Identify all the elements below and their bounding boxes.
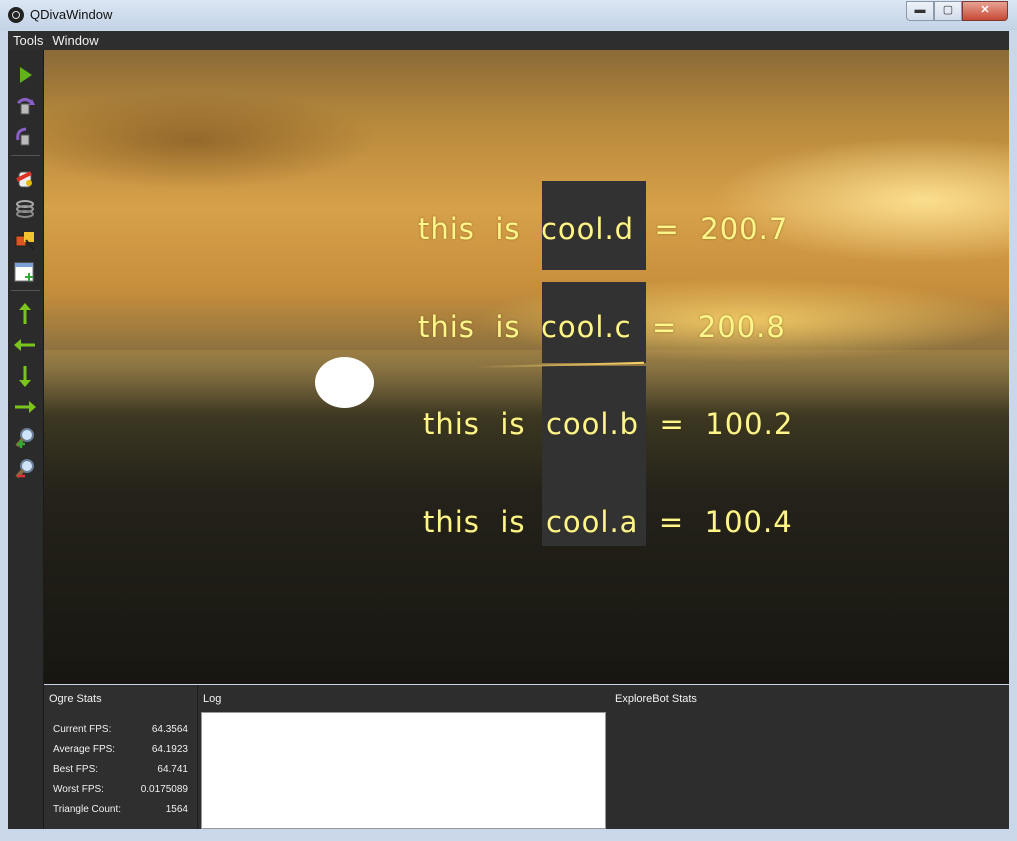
label-name: cool.c <box>540 310 632 344</box>
rotate-camera-reverse-icon <box>16 127 30 146</box>
log-text-area[interactable] <box>201 712 606 829</box>
ogre-stats-title: Ogre Stats <box>49 693 102 705</box>
label-separator: = <box>638 505 705 539</box>
stat-label: Current FPS: <box>53 724 112 735</box>
zoom-in-button[interactable] <box>13 426 37 450</box>
spring-icon <box>16 200 34 218</box>
toolbar-separator <box>11 155 40 156</box>
white-sphere-object[interactable] <box>315 357 374 408</box>
play-icon <box>20 67 32 83</box>
zoom-in-icon <box>15 428 34 448</box>
stat-label: Triangle Count: <box>53 804 121 815</box>
stat-value: 64.1923 <box>151 744 188 755</box>
label-value: 100.2 <box>705 407 794 441</box>
minimize-button[interactable]: ▬ <box>906 1 934 21</box>
window-controls: ▬ ▢ ✕ <box>906 1 1008 21</box>
stat-value: 64.3564 <box>151 724 188 735</box>
menu-window[interactable]: Window <box>47 31 102 49</box>
app-icon <box>8 7 24 23</box>
label-value: 200.7 <box>700 212 789 246</box>
3d-viewport[interactable]: this is cool.d = 200.7 this is cool.c = … <box>44 50 1009 684</box>
menu-tools[interactable]: Tools <box>8 31 47 49</box>
rotate-camera-reverse-button[interactable] <box>13 125 37 149</box>
maximize-button[interactable]: ▢ <box>934 1 962 21</box>
label-separator: = <box>639 407 706 441</box>
move-down-button[interactable] <box>13 364 37 388</box>
log-title: Log <box>203 693 222 705</box>
arrow-down-icon <box>19 366 31 387</box>
horizon-haze <box>44 350 1009 410</box>
title-bar[interactable]: QDivaWindow ▬ ▢ ✕ <box>0 0 1017 30</box>
stat-current-fps: Current FPS: 64.3564 <box>53 724 188 735</box>
spring-button[interactable] <box>13 198 37 222</box>
stat-average-fps: Average FPS: 64.1923 <box>53 744 188 755</box>
label-name: cool.a <box>545 505 639 539</box>
stat-value: 0.0175089 <box>140 784 188 795</box>
move-left-button[interactable] <box>13 333 37 357</box>
stat-value: 1564 <box>165 804 188 815</box>
label-cool-c: this is cool.c = 200.8 <box>418 310 786 344</box>
side-toolbar <box>8 50 44 829</box>
stat-value: 64.741 <box>157 764 188 775</box>
play-button[interactable] <box>13 63 37 87</box>
paint-bucket-button[interactable] <box>13 167 37 191</box>
stat-triangle-count: Triangle Count: 1564 <box>53 804 188 815</box>
arrow-up-icon <box>19 303 31 324</box>
rotate-camera-button[interactable] <box>13 94 37 118</box>
select-object-button[interactable] <box>13 229 37 253</box>
label-name: cool.b <box>545 407 640 441</box>
log-panel: Log <box>198 685 608 829</box>
stat-label: Worst FPS: <box>53 784 104 795</box>
toolbar-separator <box>11 290 40 291</box>
label-prefix: this is <box>418 212 541 246</box>
menu-bar: Tools Window <box>8 31 1009 50</box>
window-title: QDivaWindow <box>30 7 113 22</box>
label-cool-b: this is cool.b = 100.2 <box>423 407 793 441</box>
stat-worst-fps: Worst FPS: 0.0175089 <box>53 784 188 795</box>
label-separator: = <box>631 310 698 344</box>
zoom-out-icon <box>15 459 34 479</box>
arrow-left-icon <box>14 339 35 351</box>
label-prefix: this is <box>423 505 546 539</box>
add-panel-button[interactable] <box>13 260 37 284</box>
paint-bucket-icon <box>16 171 32 188</box>
label-cool-d: this is cool.d = 200.7 <box>418 212 788 246</box>
arrow-right-icon <box>15 401 36 413</box>
label-separator: = <box>634 212 701 246</box>
explorebot-stats-title: ExploreBot Stats <box>615 693 697 705</box>
label-prefix: this is <box>423 407 546 441</box>
stat-label: Average FPS: <box>53 744 116 755</box>
add-panel-icon <box>14 262 34 282</box>
label-value: 200.8 <box>697 310 786 344</box>
select-object-icon <box>15 232 35 251</box>
move-up-button[interactable] <box>13 302 37 326</box>
label-value: 100.4 <box>704 505 793 539</box>
window-frame-bottom <box>0 829 1017 841</box>
zoom-out-button[interactable] <box>13 457 37 481</box>
explorebot-stats-panel: ExploreBot Stats <box>610 685 1009 829</box>
stat-best-fps: Best FPS: 64.741 <box>53 764 188 775</box>
stat-label: Best FPS: <box>53 764 99 775</box>
bottom-dock: Ogre Stats Current FPS: 64.3564 Average F… <box>44 685 1009 829</box>
label-prefix: this is <box>418 310 541 344</box>
ogre-stats-panel: Ogre Stats Current FPS: 64.3564 Average F… <box>44 685 198 829</box>
move-right-button[interactable] <box>13 395 37 419</box>
rotate-camera-icon <box>16 98 35 115</box>
label-name: cool.d <box>540 212 635 246</box>
label-cool-a: this is cool.a = 100.4 <box>423 505 793 539</box>
app-window: QDivaWindow ▬ ▢ ✕ Tools Window this is c… <box>0 0 1017 841</box>
close-button[interactable]: ✕ <box>962 1 1008 21</box>
